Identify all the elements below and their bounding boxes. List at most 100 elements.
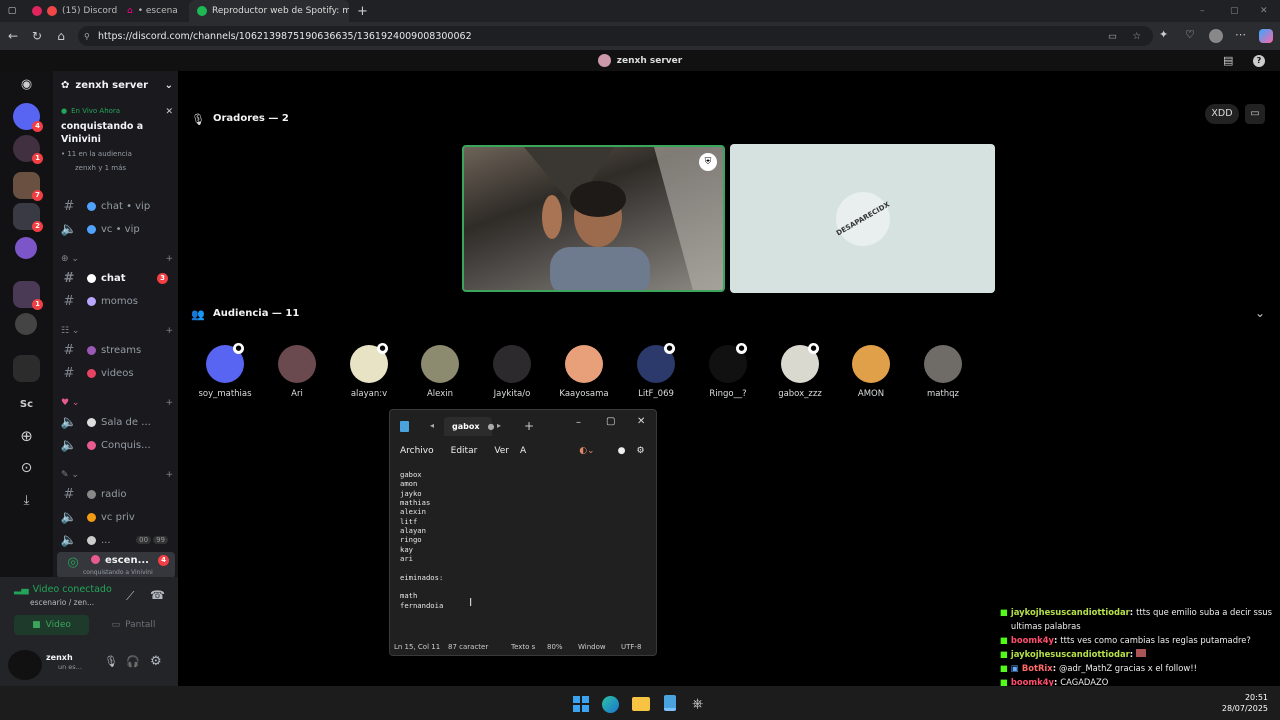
live-stage-card[interactable]: ● En Vivo Ahora ✕ conquistando a Vinivini … [61, 107, 173, 172]
add-channel-icon[interactable]: + [165, 398, 173, 412]
channel-videos[interactable]: # videos [53, 362, 178, 384]
tab-scroll-right-icon[interactable]: ▸ [497, 421, 501, 430]
help-icon[interactable]: ? [1253, 54, 1265, 67]
discord-home-button[interactable]: ◉ [13, 71, 40, 98]
server-folder-icon[interactable]: 2 [13, 203, 43, 232]
inbox-icon[interactable]: ▤ [1223, 54, 1233, 67]
audience-member[interactable]: ● alayan:v [337, 343, 401, 399]
notepad-text-area[interactable]: gabox amon jayko mathias alexin litf alayan rin… [400, 470, 650, 640]
server-icon[interactable] [15, 237, 37, 259]
tab-scroll-left-icon[interactable]: ◂ [430, 421, 434, 430]
avatar[interactable] [8, 650, 42, 680]
explore-icon[interactable]: ⊙ [13, 455, 40, 482]
edge-browser-icon[interactable] [602, 696, 619, 713]
category-header[interactable]: ⊕ ⌄ + [61, 254, 173, 268]
chevron-down-icon[interactable]: ⌄ [1255, 306, 1265, 320]
menu-ver[interactable]: Ver [494, 446, 509, 456]
server-folder-icon[interactable]: 1 [13, 281, 43, 310]
server-icon[interactable]: 1 [13, 135, 43, 164]
more-menu-icon[interactable]: ⋯ [1235, 28, 1246, 41]
audience-member[interactable]: mathqz [911, 345, 975, 399]
window-menu-icon[interactable]: ▢ [0, 6, 24, 16]
category-header[interactable]: ✎ ⌄ + [61, 470, 173, 484]
profile-icon[interactable] [1209, 29, 1223, 43]
close-button[interactable]: ✕ [637, 416, 645, 427]
account-icon[interactable]: ● [618, 446, 626, 456]
file-explorer-icon[interactable] [632, 697, 650, 711]
home-icon[interactable]: ⌂ [50, 29, 72, 43]
noise-suppression-icon[interactable]: ⟋ [126, 589, 134, 604]
audience-member[interactable]: Jaykita/o [480, 345, 544, 399]
audience-member[interactable]: Ari [265, 345, 329, 399]
menu-archivo[interactable]: Archivo [400, 446, 434, 456]
audience-member[interactable]: ● Ringo__? [696, 343, 760, 399]
cast-icon[interactable]: ▭ [1108, 31, 1117, 42]
server-header[interactable]: ✿ zenxh server ⌄ [61, 80, 173, 91]
screen-share-button[interactable]: ▭ Pantall [96, 615, 171, 635]
audience-member[interactable]: ● soy_mathias [193, 343, 257, 399]
settings-gear-icon[interactable]: ⚙ [636, 446, 644, 456]
new-tab-button[interactable]: + [524, 419, 534, 433]
channel-vc-vip[interactable]: 🔈 vc • vip [53, 218, 178, 240]
channel-escenario[interactable]: ◎ escen... 4 conquistando a Vinivini [57, 552, 175, 578]
server-icon[interactable]: 4 [13, 103, 43, 132]
xdd-button[interactable]: XDD [1205, 104, 1239, 124]
download-icon[interactable]: ⤓ [13, 487, 40, 514]
minimize-window-button[interactable]: – [1200, 6, 1205, 16]
video-button[interactable]: ■ Video [14, 615, 89, 635]
new-tab-button[interactable]: + [357, 4, 368, 19]
close-window-button[interactable]: ✕ [1260, 6, 1268, 16]
channel-sala[interactable]: 🔈 Sala de ... [53, 411, 178, 433]
category-header[interactable]: ☷ ⌄ + [61, 326, 173, 340]
disconnect-icon[interactable]: ☎ [150, 588, 165, 602]
server-icon[interactable]: 7 [13, 172, 43, 201]
clock-date[interactable]: 28/07/2025 [1222, 704, 1268, 713]
audience-member[interactable]: ● LitF_069 [624, 343, 688, 399]
format-text-icon[interactable]: A [520, 446, 526, 456]
speaker-avatar-tile[interactable]: DESAPARECIDX [730, 144, 995, 293]
maximize-window-button[interactable]: ▢ [1230, 6, 1239, 16]
extensions-icon[interactable]: ✦ [1159, 28, 1168, 41]
minimize-button[interactable]: – [576, 417, 581, 428]
channel-voice-limited[interactable]: 🔈... 00 99 [53, 529, 178, 551]
close-icon[interactable]: ✕ [165, 107, 173, 117]
copilot-icon[interactable]: ◐⌄ [579, 446, 594, 456]
site-info-icon[interactable]: ⚲ [84, 32, 90, 41]
headphones-icon[interactable]: 🎧 [126, 655, 140, 668]
add-channel-icon[interactable]: + [165, 470, 173, 484]
app-taskbar-icon[interactable]: ⎈ [692, 696, 703, 712]
tab-escenario[interactable]: ⌂ • escena [119, 0, 189, 22]
category-header[interactable]: ♥ ⌄ + [61, 398, 173, 412]
speaker-video-tile[interactable]: ⛨ [462, 145, 725, 292]
channel-conquis[interactable]: 🔈 Conquis... [53, 434, 178, 456]
start-windows-icon[interactable] [573, 696, 589, 712]
server-folder-icon[interactable] [13, 355, 40, 382]
add-server-icon[interactable]: ⊕ [13, 423, 40, 450]
stage-settings-icon[interactable]: ▭ [1245, 104, 1265, 124]
audience-member[interactable]: ● gabox_zzz [768, 343, 832, 399]
clock-time[interactable]: 20:51 [1245, 693, 1268, 702]
server-sc-icon[interactable]: Sc [13, 391, 40, 418]
notepad-tab[interactable]: gabox ● [444, 417, 495, 436]
channel-radio[interactable]: # radio [53, 483, 178, 505]
tab-spotify[interactable]: Reproductor web de Spotify: mú ✕ [189, 0, 349, 22]
add-channel-icon[interactable]: + [165, 326, 173, 340]
channel-chat[interactable]: # chat 3 [53, 267, 178, 289]
channel-vc-priv[interactable]: 🔈 vc priv [53, 506, 178, 528]
maximize-button[interactable]: ▢ [606, 416, 615, 427]
audience-member[interactable]: AMON [839, 345, 903, 399]
favorite-star-icon[interactable]: ☆ [1132, 31, 1141, 42]
server-icon[interactable] [15, 313, 37, 335]
audience-member[interactable]: Kaayosama [552, 345, 616, 399]
copilot-icon[interactable] [1259, 29, 1273, 43]
favorites-icon[interactable]: ♡ [1185, 28, 1195, 41]
audience-member[interactable]: Alexin [408, 345, 472, 399]
notepad-taskbar-icon[interactable] [664, 695, 676, 711]
reload-icon[interactable]: ↻ [26, 29, 48, 43]
channel-momos[interactable]: # momos [53, 290, 178, 312]
channel-streams[interactable]: # streams [53, 339, 178, 361]
settings-gear-icon[interactable]: ⚙ [150, 654, 162, 669]
back-icon[interactable]: ← [2, 29, 24, 43]
url-bar[interactable]: ⚲ https://discord.com/channels/106213987… [78, 26, 1153, 46]
voice-channel-name[interactable]: escenario / zen... [30, 598, 94, 607]
